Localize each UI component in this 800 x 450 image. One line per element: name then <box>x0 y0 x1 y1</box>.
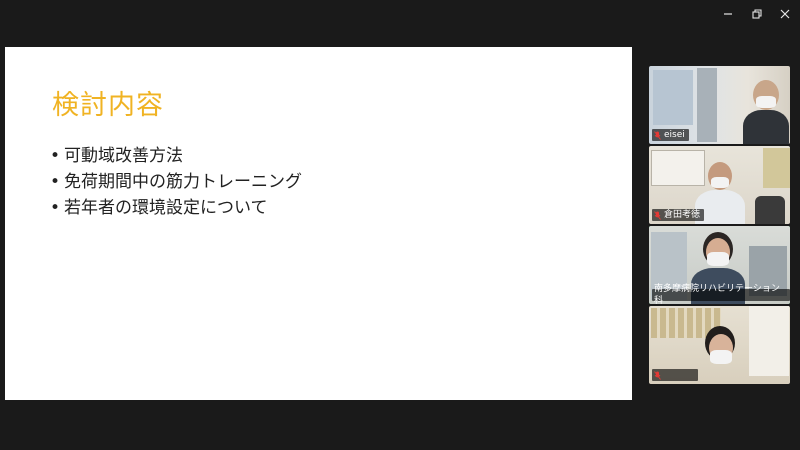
slide-bullet: • 免荷期間中の筋力トレーニング <box>50 169 302 195</box>
close-button[interactable] <box>771 2 799 26</box>
minimize-button[interactable] <box>714 2 742 26</box>
slide-bullet: • 可動域改善方法 <box>50 143 302 169</box>
background-poster <box>653 70 693 125</box>
participant-name: eisei <box>664 130 685 140</box>
shared-slide: 検討内容 • 可動域改善方法 • 免荷期間中の筋力トレーニング • 若年者の環境設定に… <box>5 47 632 400</box>
participant-tile-kurata[interactable]: 倉田考徳 <box>649 146 790 224</box>
bullet-marker: • <box>50 146 61 166</box>
slide-bullet: • 若年者の環境設定について <box>50 195 302 221</box>
participant-name: 南多摩病院リハビリテーション科 <box>654 284 780 304</box>
close-icon <box>780 9 790 19</box>
participant-nametag: 南多摩病院リハビリテーション科 <box>652 284 790 304</box>
background-papers <box>749 306 789 376</box>
restore-button[interactable] <box>743 2 771 26</box>
muted-mic-icon <box>654 210 661 220</box>
background-whiteboard <box>651 150 705 186</box>
bullet-text: 免荷期間中の筋力トレーニング <box>64 172 302 192</box>
participant-tile-minamitama[interactable]: 南多摩病院リハビリテーション科 <box>649 226 790 304</box>
muted-mic-icon <box>654 370 661 380</box>
slide-title: 検討内容 <box>52 90 164 121</box>
background-chair <box>755 196 785 224</box>
bullet-text: 若年者の環境設定について <box>64 198 268 218</box>
muted-mic-icon <box>654 130 661 140</box>
participant-nametag: eisei <box>652 129 689 141</box>
bullet-marker: • <box>50 172 61 192</box>
window-titlebar <box>0 0 800 28</box>
bullet-text: 可動域改善方法 <box>64 146 183 166</box>
participant-nametag: 倉田考徳 <box>652 209 705 221</box>
participant-tile-eisei[interactable]: eisei <box>649 66 790 144</box>
participant-nametag <box>652 369 698 381</box>
participant-name: 倉田考徳 <box>664 210 701 220</box>
slide-bullet-list: • 可動域改善方法 • 免荷期間中の筋力トレーニング • 若年者の環境設定について <box>50 143 302 221</box>
participant-tile-4[interactable] <box>649 306 790 384</box>
bullet-marker: • <box>50 198 61 218</box>
minimize-icon <box>724 13 732 15</box>
background-panel <box>763 148 790 188</box>
restore-icon <box>752 9 762 19</box>
background-door <box>697 68 717 142</box>
